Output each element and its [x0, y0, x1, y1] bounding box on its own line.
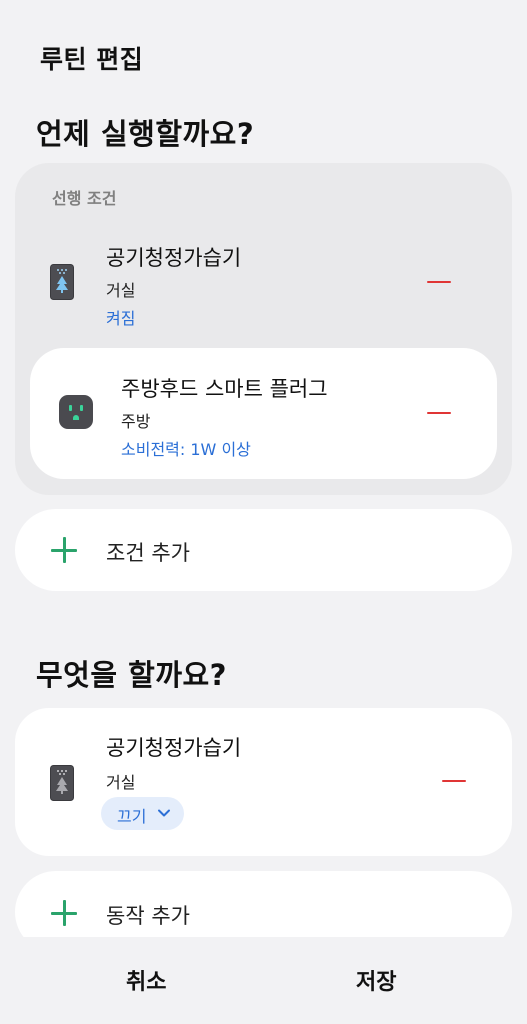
bottom-action-bar: 취소 저장 [0, 937, 527, 1024]
condition-device-name: 주방후드 스마트 플러그 [121, 377, 328, 401]
precondition-device-state: 켜짐 [106, 309, 136, 328]
remove-condition-button[interactable] [427, 412, 451, 414]
add-condition-label: 조건 추가 [106, 541, 190, 565]
condition-device-room: 주방 [121, 412, 151, 431]
plus-icon [50, 899, 78, 927]
save-button[interactable]: 저장 [356, 964, 396, 996]
smart-plug-icon [59, 395, 93, 429]
action-device-room: 거실 [106, 773, 136, 792]
remove-action-button[interactable] [442, 780, 466, 782]
page-title: 루틴 편집 [40, 45, 144, 74]
precondition-device-room: 거실 [106, 281, 136, 300]
when-section-title: 언제 실행할까요? [36, 117, 255, 151]
remove-precondition-button[interactable] [427, 281, 451, 283]
condition-device-state: 소비전력: 1W 이상 [121, 440, 251, 459]
add-action-label: 동작 추가 [106, 904, 190, 928]
action-option-value: 끄기 [117, 807, 147, 826]
chevron-down-icon [157, 806, 171, 820]
plus-icon [50, 536, 78, 564]
precondition-device-name: 공기청정가습기 [106, 246, 242, 270]
action-device-name: 공기청정가습기 [106, 736, 242, 760]
air-purifier-humidifier-icon [50, 264, 74, 300]
precondition-label: 선행 조건 [52, 189, 117, 208]
add-condition-button[interactable]: 조건 추가 [15, 509, 512, 591]
air-purifier-humidifier-icon [50, 765, 74, 801]
action-card[interactable]: 공기청정가습기 거실 [15, 708, 512, 856]
cancel-button[interactable]: 취소 [126, 964, 166, 996]
action-option-dropdown[interactable]: 끄기 [101, 797, 184, 830]
what-section-title: 무엇을 할까요? [36, 658, 227, 692]
